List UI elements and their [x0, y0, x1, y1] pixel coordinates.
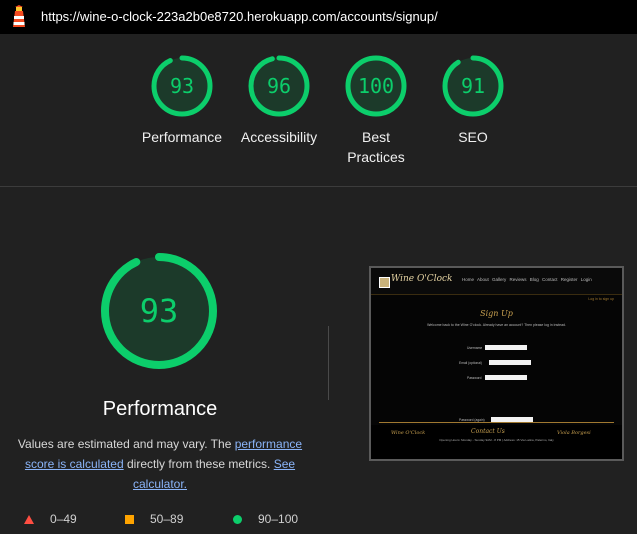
legend-fail: 0–49 [24, 512, 77, 526]
circle-icon [233, 514, 242, 524]
gauge-seo[interactable]: 91 [441, 54, 505, 118]
thumb-navbar: Wine O'Clock Home About Gallery Reviews … [371, 268, 622, 295]
score-note: Values are estimated and may vary. The p… [10, 434, 310, 494]
gauge-performance[interactable]: 93 [150, 54, 214, 118]
thumb-welcome: Welcome back to the Wine O'clock. Alread… [427, 323, 566, 327]
gauge-score: 91 [460, 74, 486, 98]
thumb-subnav: Log in to sign up [588, 297, 614, 301]
gauge-label-performance[interactable]: Performance [127, 127, 237, 147]
main-score: 93 [139, 292, 179, 330]
performance-main-gauge: 93 [99, 251, 219, 371]
category-title: Performance [102, 398, 218, 420]
thumb-field-input [489, 360, 531, 365]
legend-pass: 90–100 [233, 512, 298, 526]
thumb-nav-links: Home About Gallery Reviews Blog Contact … [462, 277, 592, 282]
legend-range: 90–100 [258, 512, 299, 526]
top-bar: https://wine-o-clock-223a2b0e8720.heroku… [0, 0, 637, 34]
vertical-divider [328, 326, 329, 400]
legend-range: 50–89 [150, 512, 184, 526]
thumb-footer-line [379, 422, 614, 423]
thumb-footer-contact: Contact Us [471, 428, 505, 435]
page-screenshot-thumbnail[interactable]: Wine O'Clock Home About Gallery Reviews … [369, 266, 624, 461]
gauge-score: 100 [357, 74, 395, 98]
legend-average: 50–89 [125, 512, 183, 526]
note-text: Values are estimated and may vary. The [17, 437, 235, 451]
thumb-footer: Wine O'Clock Contact Us Viola Borgesi Op… [371, 425, 622, 459]
thumb-footer-info: Opening Hours: Monday - Sunday 9AM - 8 P… [439, 438, 554, 442]
page-url[interactable]: https://wine-o-clock-223a2b0e8720.heroku… [41, 9, 438, 24]
gauge-label-seo[interactable]: SEO [418, 127, 528, 147]
thumb-footer-brand: Wine O'Clock [391, 430, 426, 436]
thumb-field-label: Username [467, 346, 483, 350]
gauge-accessibility[interactable]: 96 [247, 54, 311, 118]
thumb-field-label: Password [467, 376, 482, 380]
triangle-icon [24, 514, 34, 524]
thumb-page-title: Sign Up [480, 309, 513, 318]
thumb-footer-author: Viola Borgesi [557, 430, 591, 436]
gauge-label-accessibility[interactable]: Accessibility [224, 127, 334, 147]
wine-logo-icon [379, 277, 390, 288]
note-text: directly from these metrics. [123, 457, 274, 471]
legend-range: 0–49 [50, 512, 77, 526]
thumb-field-input [485, 345, 527, 350]
square-icon [125, 514, 134, 524]
label-line: Best [361, 129, 390, 145]
gauge-label-best-practices[interactable]: Best Practices [321, 127, 431, 167]
lighthouse-icon [13, 5, 25, 27]
label-line: Practices [347, 149, 405, 165]
thumb-brand: Wine O'Clock [391, 274, 453, 284]
gauge-score: 93 [169, 74, 195, 98]
gauge-score: 96 [266, 74, 292, 98]
thumb-field-label: Email (optional) [459, 361, 482, 365]
thumb-field-input [485, 375, 527, 380]
gauge-best-practices[interactable]: 100 [344, 54, 408, 118]
section-divider [0, 186, 637, 187]
